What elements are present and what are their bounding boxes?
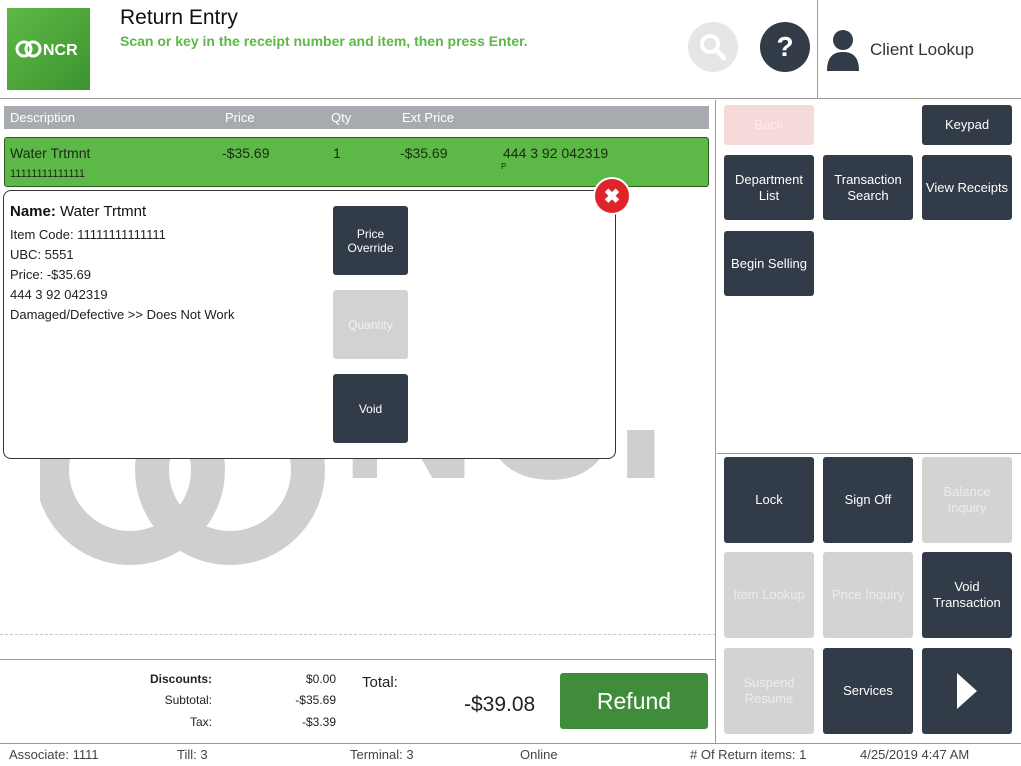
user-icon	[827, 29, 859, 71]
price-override-button[interactable]: Price Override	[333, 206, 408, 275]
department-list-button[interactable]: Department List	[724, 155, 814, 220]
discounts-value: $0.00	[305, 672, 336, 686]
status-till: Till: 3	[177, 747, 208, 762]
status-datetime: 4/25/2019 4:47 AM	[860, 747, 970, 762]
void-label: Void	[358, 401, 383, 416]
suspend-resume-label: Suspend Resume	[743, 675, 795, 706]
row-ext-price: -$35.69	[400, 145, 448, 161]
item-lookup-button: Item Lookup	[724, 552, 814, 638]
action-panel: Back Keypad Department List Transaction …	[717, 100, 1021, 743]
detail-reason: Damaged/Defective >> Does Not Work	[10, 307, 235, 322]
col-ext-price: Ext Price	[402, 110, 455, 125]
close-glyph: ✖	[603, 185, 621, 208]
item-detail-popup: Name: Water Trtmnt Item Code: 1111111111…	[3, 190, 616, 459]
lock-label: Lock	[755, 492, 783, 507]
view-receipts-label: View Receipts	[925, 179, 1009, 195]
void-transaction-button[interactable]: Void Transaction	[922, 552, 1012, 638]
page-title: Return Entry	[120, 6, 238, 29]
services-label: Services	[843, 683, 893, 698]
services-button[interactable]: Services	[823, 648, 913, 734]
detail-price: Price: -$35.69	[10, 267, 91, 282]
row-description: Water Trtmnt	[10, 145, 91, 161]
col-qty: Qty	[331, 110, 352, 125]
chevron-right-icon	[957, 673, 977, 709]
suspend-resume-button: Suspend Resume	[724, 648, 814, 734]
status-associate: Associate: 1111	[9, 747, 99, 762]
status-connection: Online	[520, 747, 558, 762]
detail-name: Name: Water Trtmnt	[10, 203, 146, 220]
client-lookup-label: Client Lookup	[870, 39, 974, 59]
detail-ubc: UBC: 5551	[10, 247, 74, 262]
row-flag: P	[501, 162, 507, 171]
close-icon[interactable]: ✖	[593, 177, 631, 215]
detail-receipt: 444 3 92 042319	[10, 287, 108, 302]
row-receipt: 444 3 92 042319	[503, 145, 609, 161]
ncr-logo-icon: NCR	[15, 40, 78, 59]
tax-value: -$3.39	[301, 715, 336, 729]
begin-selling-button[interactable]: Begin Selling	[724, 231, 814, 296]
row-item-code: 11111111111111	[10, 168, 86, 180]
row-qty: 1	[333, 145, 341, 161]
quantity-label: Quantity	[348, 317, 393, 332]
begin-selling-label: Begin Selling	[731, 255, 807, 271]
divider	[0, 634, 715, 635]
subtotal-value: -$35.69	[295, 693, 336, 707]
status-return-items: # Of Return items: 1	[690, 747, 807, 762]
panel-divider	[717, 453, 1021, 454]
department-list-label: Department List	[735, 171, 803, 203]
col-price: Price	[225, 110, 255, 125]
void-transaction-label: Void Transaction	[933, 579, 1001, 610]
void-button[interactable]: Void	[333, 374, 408, 443]
sign-off-label: Sign Off	[844, 492, 892, 507]
header: NCR Return Entry Scan or key in the rece…	[0, 0, 1021, 99]
item-lookup-label: Item Lookup	[733, 587, 805, 602]
balance-inquiry-label: Balance Inquiry	[943, 484, 991, 515]
ncr-watermark: NCR	[40, 430, 680, 565]
back-label: Back	[754, 117, 784, 132]
balance-inquiry-button: Balance Inquiry	[922, 457, 1012, 543]
total-value: -$39.08	[464, 693, 536, 716]
back-button: Back	[724, 105, 814, 145]
discounts-label: Discounts:	[149, 672, 212, 686]
status-bar: Associate: 1111 Till: 3 Terminal: 3 Onli…	[0, 743, 1021, 766]
help-icon: ?	[776, 31, 794, 62]
col-description: Description	[10, 110, 76, 125]
svg-text:NCR: NCR	[43, 42, 78, 59]
price-override-label: Price Override	[347, 226, 394, 255]
detail-name-value: Water Trtmnt	[60, 203, 147, 220]
status-terminal: Terminal: 3	[350, 747, 414, 762]
transaction-search-button[interactable]: Transaction Search	[823, 155, 913, 220]
keypad-button[interactable]: Keypad	[922, 105, 1012, 145]
transaction-search-label: Transaction Search	[834, 171, 902, 203]
totals-area: Discounts: $0.00 Subtotal: -$35.69 Tax: …	[0, 659, 715, 743]
row-price: -$35.69	[222, 145, 270, 161]
tax-label: Tax:	[189, 715, 212, 729]
refund-label: Refund	[596, 687, 672, 714]
help-button[interactable]: ?	[760, 22, 810, 72]
table-header: Description Price Qty Ext Price	[4, 106, 709, 129]
page-subtitle: Scan or key in the receipt number and it…	[120, 33, 528, 49]
price-inquiry-button: Price Inquiry	[823, 552, 913, 638]
client-lookup-button[interactable]: Client Lookup	[817, 0, 1021, 99]
detail-item-code: Item Code: 11111111111111	[10, 227, 166, 242]
keypad-label: Keypad	[944, 117, 990, 132]
ncr-logo: NCR	[7, 8, 90, 90]
quantity-button: Quantity	[333, 290, 408, 359]
next-page-button[interactable]	[922, 648, 1012, 734]
detail-name-label: Name:	[10, 203, 56, 220]
sign-off-button[interactable]: Sign Off	[823, 457, 913, 543]
refund-button[interactable]: Refund	[560, 673, 708, 729]
subtotal-label: Subtotal:	[164, 693, 212, 707]
price-inquiry-label: Price Inquiry	[831, 587, 905, 602]
total-label: Total:	[362, 674, 398, 691]
view-receipts-button[interactable]: View Receipts	[922, 155, 1012, 220]
lock-button[interactable]: Lock	[724, 457, 814, 543]
search-icon	[700, 34, 727, 61]
search-button[interactable]	[688, 22, 738, 72]
